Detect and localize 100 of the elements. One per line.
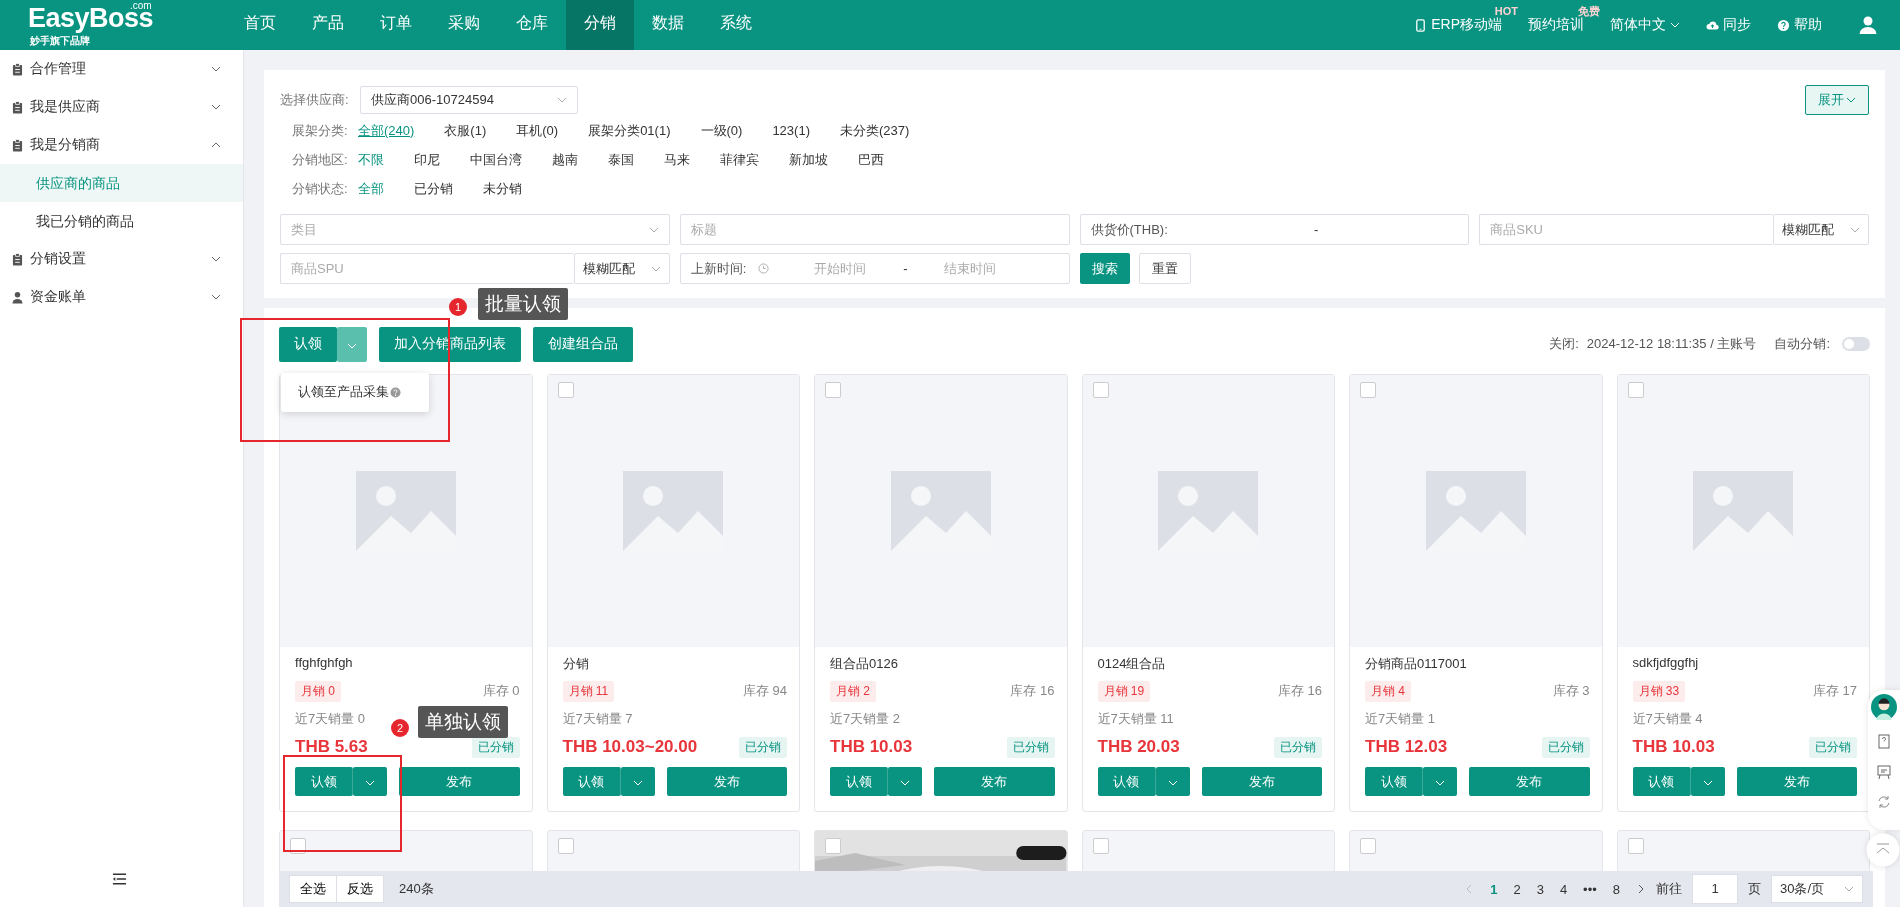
user-icon[interactable] — [1858, 15, 1878, 35]
reset-button[interactable]: 重置 — [1138, 253, 1191, 284]
match-mode-select[interactable]: 模糊匹配 — [573, 253, 670, 284]
filter-option[interactable]: 一级(0) — [700, 121, 743, 140]
filter-option[interactable]: 全部(240) — [358, 121, 415, 140]
nav-tab[interactable]: 系统 — [702, 0, 770, 50]
checkbox[interactable] — [1092, 382, 1109, 398]
checkbox[interactable] — [1627, 838, 1644, 854]
nav-tab[interactable]: 产品 — [294, 0, 362, 50]
claim-button[interactable]: 认领 — [1632, 767, 1691, 796]
header-link[interactable]: 预约培训 — [1528, 16, 1584, 34]
auto-toggle[interactable] — [1842, 337, 1870, 351]
sidebar-subitem[interactable]: 供应商的商品 — [0, 164, 243, 202]
board-icon[interactable] — [1876, 764, 1892, 780]
claim-button[interactable]: 认领 — [562, 767, 621, 796]
dropdown-toggle[interactable] — [620, 767, 655, 796]
page-link[interactable]: 4 — [1553, 881, 1574, 897]
next-page-icon[interactable] — [1638, 884, 1644, 894]
checkbox[interactable] — [825, 838, 841, 854]
publish-button[interactable]: 发布 — [1201, 767, 1322, 796]
nav-tab[interactable]: 分销 — [566, 0, 634, 50]
publish-button[interactable]: 发布 — [666, 767, 787, 796]
sidebar-item[interactable]: 我是分销商 — [0, 126, 243, 164]
checkbox[interactable] — [1092, 838, 1109, 854]
menu-collapse-icon[interactable] — [112, 873, 127, 885]
page-link[interactable]: 1 — [1484, 881, 1504, 897]
checkbox[interactable] — [557, 838, 574, 854]
sidebar-item[interactable]: 我是供应商 — [0, 88, 243, 126]
header-link[interactable]: 简体中文 — [1610, 16, 1680, 34]
filter-option[interactable]: 不限 — [358, 150, 384, 169]
filter-option[interactable]: 菲律宾 — [720, 150, 759, 169]
dropdown-toggle[interactable] — [337, 326, 367, 362]
page-link[interactable]: 2 — [1507, 881, 1527, 897]
filter-option[interactable]: 马来 — [664, 150, 690, 169]
filter-option[interactable]: 越南 — [552, 150, 578, 169]
filter-option[interactable]: 已分销 — [414, 179, 453, 198]
checkbox[interactable] — [1627, 382, 1644, 398]
page-link[interactable]: ••• — [1577, 881, 1603, 897]
refresh-icon[interactable] — [1876, 794, 1892, 810]
dropdown-toggle[interactable] — [353, 767, 387, 796]
claim-button[interactable]: 认领 — [279, 326, 337, 362]
header-link[interactable]: 帮助 — [1777, 16, 1822, 34]
sidebar-subitem[interactable]: 我已分销的商品 — [0, 202, 243, 240]
nav-tab[interactable]: 仓库 — [498, 0, 566, 50]
toolbar-button[interactable]: 创建组合品 — [533, 326, 633, 362]
checkbox[interactable] — [825, 382, 841, 398]
search-button[interactable]: 搜索 — [1079, 253, 1130, 284]
filter-option[interactable]: 衣服(1) — [444, 121, 487, 140]
publish-button[interactable]: 发布 — [1469, 767, 1590, 796]
sidebar-item[interactable]: 资金账单 — [0, 278, 243, 316]
publish-button[interactable]: 发布 — [934, 767, 1055, 796]
select-all-button[interactable]: 全选 — [289, 875, 337, 903]
back-to-top-icon[interactable] — [1866, 833, 1900, 867]
claim-button[interactable]: 认领 — [1097, 767, 1156, 796]
claim-button[interactable]: 认领 — [830, 767, 888, 796]
header-link[interactable]: ERP移动端 — [1414, 16, 1502, 34]
nav-tab[interactable]: 订单 — [362, 0, 430, 50]
filter-option[interactable]: 未分销 — [483, 179, 522, 198]
sidebar-item[interactable]: 分销设置 — [0, 240, 243, 278]
dropdown-toggle[interactable] — [1423, 767, 1457, 796]
page-link[interactable]: 8 — [1606, 881, 1626, 897]
nav-tab[interactable]: 数据 — [634, 0, 702, 50]
checkbox[interactable] — [1360, 382, 1376, 398]
claim-button[interactable]: 认领 — [295, 767, 353, 796]
match-mode-select[interactable]: 模糊匹配 — [1773, 214, 1869, 245]
nav-tab[interactable]: 首页 — [226, 0, 294, 50]
checkbox[interactable] — [1360, 838, 1376, 854]
dropdown-toggle[interactable] — [1690, 767, 1725, 796]
page-link[interactable]: 3 — [1530, 881, 1550, 897]
avatar-icon[interactable] — [1871, 694, 1897, 720]
menu-item[interactable]: 认领至产品采集 — [298, 383, 389, 401]
claim-button[interactable]: 认领 — [1365, 767, 1423, 796]
header-link[interactable]: 同步 — [1706, 16, 1751, 34]
invert-button[interactable]: 反选 — [336, 875, 384, 903]
dropdown-toggle[interactable] — [888, 767, 922, 796]
weekly-sales: 近7天销量 11 — [1097, 710, 1174, 728]
supplier-select[interactable]: 供应商006-10724594 — [360, 86, 578, 114]
filter-option[interactable]: 全部 — [358, 179, 384, 198]
filter-option[interactable]: 新加坡 — [789, 150, 828, 169]
manual-icon[interactable] — [1876, 734, 1892, 750]
filter-option[interactable]: 展架分类01(1) — [588, 121, 671, 140]
sidebar-item[interactable]: 合作管理 — [0, 50, 243, 88]
nav-tab[interactable]: 采购 — [430, 0, 498, 50]
filter-option[interactable]: 未分类(237) — [839, 121, 910, 140]
filter-option[interactable]: 中国台湾 — [470, 150, 522, 169]
page-input[interactable]: 1 — [1692, 874, 1738, 904]
price-range-field[interactable]: 供货价(THB): - — [1079, 214, 1470, 245]
checkbox[interactable] — [557, 382, 574, 398]
date-range-field[interactable]: 上新时间: 开始时间 - 结束时间 — [679, 253, 1070, 284]
publish-button[interactable]: 发布 — [399, 767, 520, 796]
filter-option[interactable]: 耳机(0) — [516, 121, 559, 140]
filter-option[interactable]: 印尼 — [414, 150, 440, 169]
filter-option[interactable]: 巴西 — [858, 150, 884, 169]
dropdown-toggle[interactable] — [1155, 767, 1190, 796]
page-size-select[interactable]: 30条/页 — [1771, 875, 1863, 903]
filter-option[interactable]: 123(1) — [772, 123, 810, 138]
filter-option[interactable]: 泰国 — [608, 150, 634, 169]
previous-page-icon[interactable] — [1466, 884, 1473, 894]
expand-button[interactable]: 展开 — [1805, 85, 1869, 115]
publish-button[interactable]: 发布 — [1736, 767, 1857, 796]
